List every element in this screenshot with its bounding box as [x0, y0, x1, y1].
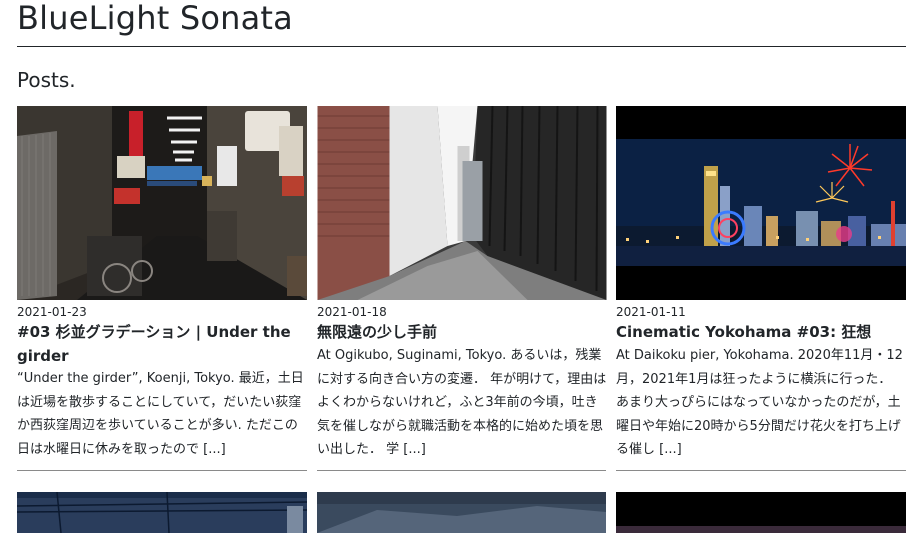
post-card[interactable]: 2021-01-11 Cinematic Yokohama #03: 狂想 At…: [616, 106, 906, 471]
post-excerpt: At Daikoku pier, Yokohama. 2020年11月・12月，…: [616, 344, 908, 462]
post-title[interactable]: 無限遠の少し手前: [317, 320, 609, 344]
card-divider: [317, 470, 606, 471]
title-divider: [17, 46, 906, 47]
card-divider: [17, 470, 307, 471]
section-heading: Posts.: [17, 68, 76, 92]
post-thumbnail[interactable]: [317, 106, 607, 300]
post-excerpt-text: “Under the girder”, Koenji, Tokyo. 最近，土日…: [17, 371, 304, 457]
card-divider: [616, 470, 906, 471]
post-date: 2021-01-18: [317, 305, 387, 319]
post-title[interactable]: Cinematic Yokohama #03: 狂想: [616, 320, 908, 344]
post-thumbnail[interactable]: [17, 106, 307, 300]
post-thumbnail[interactable]: [17, 492, 307, 533]
post-thumbnail[interactable]: [616, 106, 906, 300]
post-title[interactable]: #03 杉並グラデーション | Under the girder: [17, 320, 309, 368]
post-card[interactable]: 2021-01-23 #03 杉並グラデーション | Under the gir…: [17, 106, 307, 471]
read-more-link[interactable]: [...]: [403, 442, 426, 457]
post-card[interactable]: 2021-01-18 無限遠の少し手前 At Ogikubo, Suginami…: [317, 106, 607, 471]
read-more-link[interactable]: [...]: [203, 442, 226, 457]
post-excerpt: “Under the girder”, Koenji, Tokyo. 最近，土日…: [17, 367, 309, 461]
site-title[interactable]: BlueLight Sonata: [17, 0, 293, 36]
post-excerpt-text: At Ogikubo, Suginami, Tokyo. あるいは，残業に対する…: [317, 348, 607, 457]
post-excerpt-text: At Daikoku pier, Yokohama. 2020年11月・12月，…: [616, 348, 903, 457]
read-more-link[interactable]: [...]: [659, 442, 682, 457]
post-thumbnail[interactable]: [616, 492, 906, 533]
post-excerpt: At Ogikubo, Suginami, Tokyo. あるいは，残業に対する…: [317, 344, 609, 462]
post-date: 2021-01-23: [17, 305, 87, 319]
post-thumbnail[interactable]: [317, 492, 606, 533]
post-date: 2021-01-11: [616, 305, 686, 319]
